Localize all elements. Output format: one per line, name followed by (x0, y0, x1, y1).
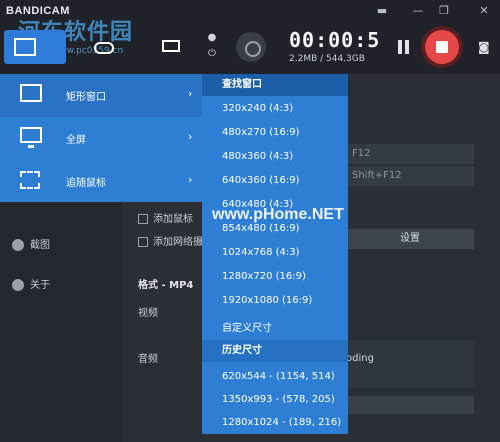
capture-mode-menu: 矩形窗口 › 全屏 › 追随鼠标 › (0, 74, 202, 202)
game-mode-button[interactable] (90, 30, 118, 64)
menu-item-rectangle[interactable]: 矩形窗口 › (0, 74, 202, 117)
audio-info-box (346, 340, 474, 388)
video-label: 视频 (138, 308, 158, 319)
pause-icon (398, 40, 402, 54)
image-icon (12, 239, 24, 251)
format-label: 格式 - MP4 (138, 280, 194, 291)
resolution-submenu: 查找窗口 320x240 (4:3) 480x270 (16:9) 480x36… (202, 74, 348, 434)
history-item[interactable]: 1280x1024 - (189, 216) (222, 417, 341, 428)
resolution-item[interactable]: 640x360 (16:9) (222, 175, 300, 186)
history-item[interactable]: 1350x993 - (578, 205) (222, 394, 335, 405)
add-webcam-checkbox[interactable]: 添加网络摄 (138, 233, 203, 248)
watermark-text-2: www.pHome.NET (212, 206, 344, 223)
pause-button[interactable] (398, 40, 410, 54)
audio-label: 音频 (138, 354, 158, 365)
close-icon[interactable]: ✕ (476, 4, 492, 18)
stop-icon (425, 30, 459, 64)
add-cursor-checkbox[interactable]: 添加鼠标 (138, 210, 193, 225)
resolution-item[interactable]: 1024x768 (4:3) (222, 247, 300, 258)
find-window-item[interactable]: 查找窗口 (202, 74, 348, 96)
chevron-right-icon: › (188, 130, 193, 143)
hdmi-icon (162, 40, 180, 52)
file-size: 2.2MB / 544.3GB (289, 54, 365, 64)
restore-icon[interactable]: ❐ (436, 4, 452, 18)
hotkey-field[interactable]: F12 (346, 144, 474, 164)
top-bar: BANDICAM 河东软件园 www.pc0359.cn ▬ — ❐ ✕ ● ⏻ … (0, 0, 500, 74)
record-timer: 00:00:5 (289, 28, 381, 52)
gamepad-icon (94, 42, 114, 54)
audio-info-text: oding (346, 353, 374, 364)
record-stop-button[interactable] (421, 26, 463, 68)
hdmi-mode-button[interactable] (156, 30, 186, 64)
rectangle-select-icon (14, 38, 36, 56)
camera-icon[interactable]: ◙ (478, 40, 494, 54)
history-item[interactable]: 620x544 - (1154, 514) (222, 371, 335, 382)
menu-item-follow-mouse[interactable]: 追随鼠标 › (0, 160, 202, 203)
minimize-icon[interactable]: — (410, 4, 426, 18)
bottom-bar (346, 396, 474, 414)
chevron-right-icon: › (188, 173, 193, 186)
chevron-right-icon: › (188, 87, 193, 100)
resolution-item[interactable]: 1280x720 (16:9) (222, 271, 306, 282)
folder-icon[interactable]: ▬ (374, 4, 390, 18)
custom-size-item[interactable]: 自定义尺寸 (222, 319, 272, 334)
resolution-item[interactable]: 480x270 (16:9) (222, 127, 300, 138)
microphone-icon[interactable]: ● ⏻ (207, 30, 217, 64)
sidebar-item-about[interactable]: 关于 (12, 276, 50, 291)
info-icon (12, 279, 24, 291)
webcam-icon[interactable] (236, 32, 266, 62)
history-header: 历史尺寸 (202, 340, 348, 362)
menu-item-fullscreen[interactable]: 全屏 › (0, 117, 202, 160)
follow-mouse-icon (20, 171, 40, 189)
resolution-item[interactable]: 320x240 (4:3) (222, 103, 293, 114)
resolution-item[interactable]: 854x480 (16:9) (222, 223, 300, 234)
settings-button[interactable]: 设置 (346, 229, 474, 249)
resolution-item[interactable]: 480x360 (4:3) (222, 151, 293, 162)
rectangle-select-icon (20, 84, 42, 102)
hotkey-field-2[interactable]: Shift+F12 (346, 166, 474, 186)
resolution-item[interactable]: 1920x1080 (16:9) (222, 295, 312, 306)
monitor-icon (20, 127, 42, 148)
rect-mode-button[interactable] (4, 30, 66, 64)
sidebar-item-screenshot[interactable]: 截图 (12, 236, 50, 251)
